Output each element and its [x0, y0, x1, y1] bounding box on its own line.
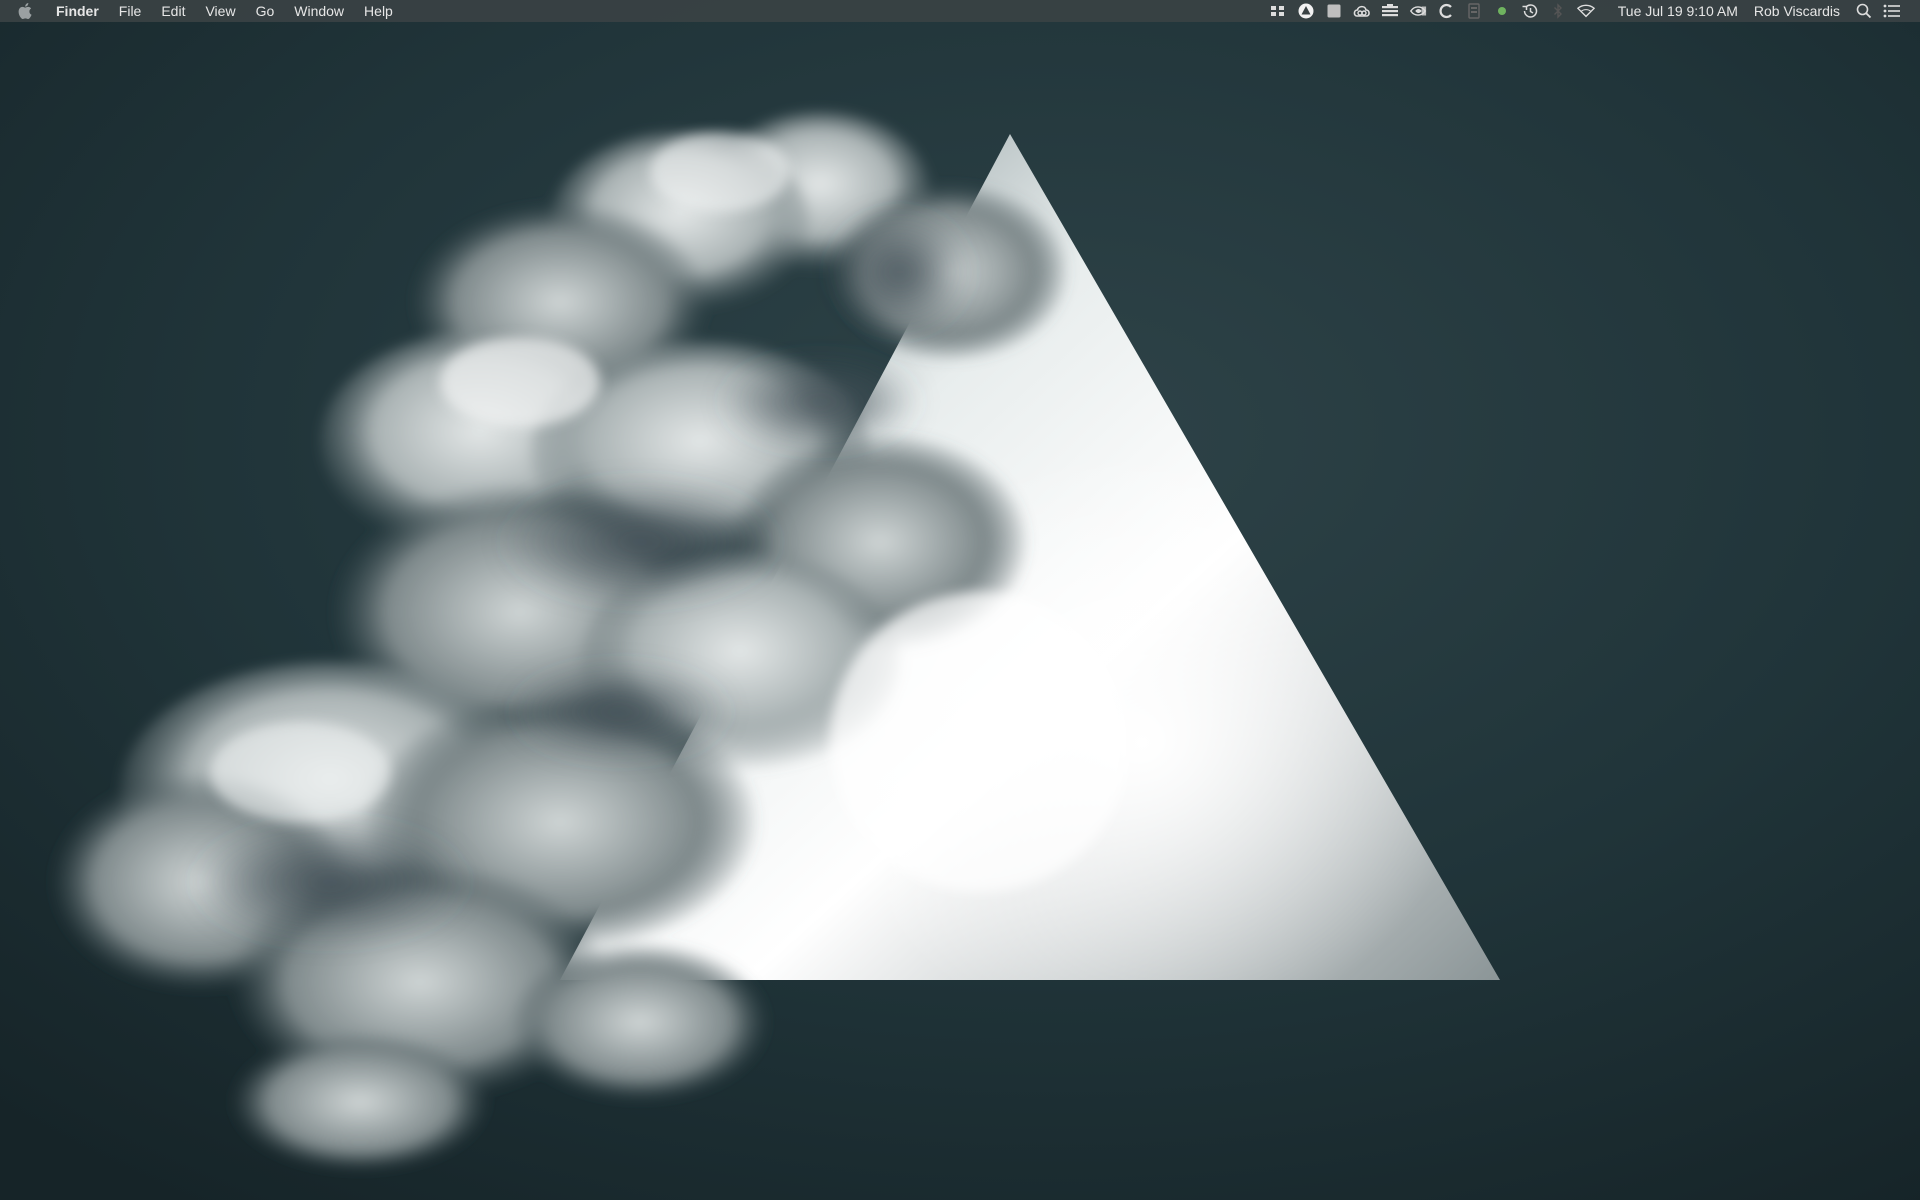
nvidia-icon[interactable] — [1409, 3, 1427, 19]
desktop-wallpaper — [0, 22, 1920, 1200]
wifi-icon[interactable] — [1576, 3, 1595, 19]
bluetooth-icon[interactable] — [1549, 3, 1567, 19]
spotlight-search-icon[interactable] — [1855, 3, 1873, 19]
triangle-circle-icon[interactable] — [1297, 3, 1315, 19]
menu-finder[interactable]: Finder — [46, 0, 109, 22]
stacked-lines-icon[interactable] — [1381, 3, 1399, 19]
menu-bar: Finder File Edit View Go Window Help Tue… — [0, 0, 1920, 22]
square-icon[interactable] — [1325, 3, 1343, 19]
scissors-grid-icon[interactable] — [1269, 3, 1287, 19]
notification-center-icon[interactable] — [1883, 3, 1901, 19]
menu-bar-right: Tue Jul 19 9:10 AM Rob Viscardis — [1264, 0, 1920, 22]
creative-cloud-icon[interactable] — [1353, 3, 1371, 19]
time-machine-icon[interactable] — [1521, 3, 1539, 19]
menu-help[interactable]: Help — [354, 0, 403, 22]
menu-view[interactable]: View — [195, 0, 245, 22]
green-dot-icon — [1493, 3, 1511, 19]
menu-window[interactable]: Window — [284, 0, 354, 22]
menu-file[interactable]: File — [109, 0, 152, 22]
menu-clock[interactable]: Tue Jul 19 9:10 AM — [1618, 3, 1738, 19]
c-letter-icon[interactable] — [1437, 3, 1455, 19]
battery-status-icon[interactable] — [1465, 3, 1483, 19]
menu-user-name[interactable]: Rob Viscardis — [1754, 3, 1840, 19]
menu-bar-left: Finder File Edit View Go Window Help — [0, 0, 403, 22]
menu-go[interactable]: Go — [246, 0, 285, 22]
menu-edit[interactable]: Edit — [151, 0, 195, 22]
apple-icon[interactable] — [18, 3, 32, 19]
